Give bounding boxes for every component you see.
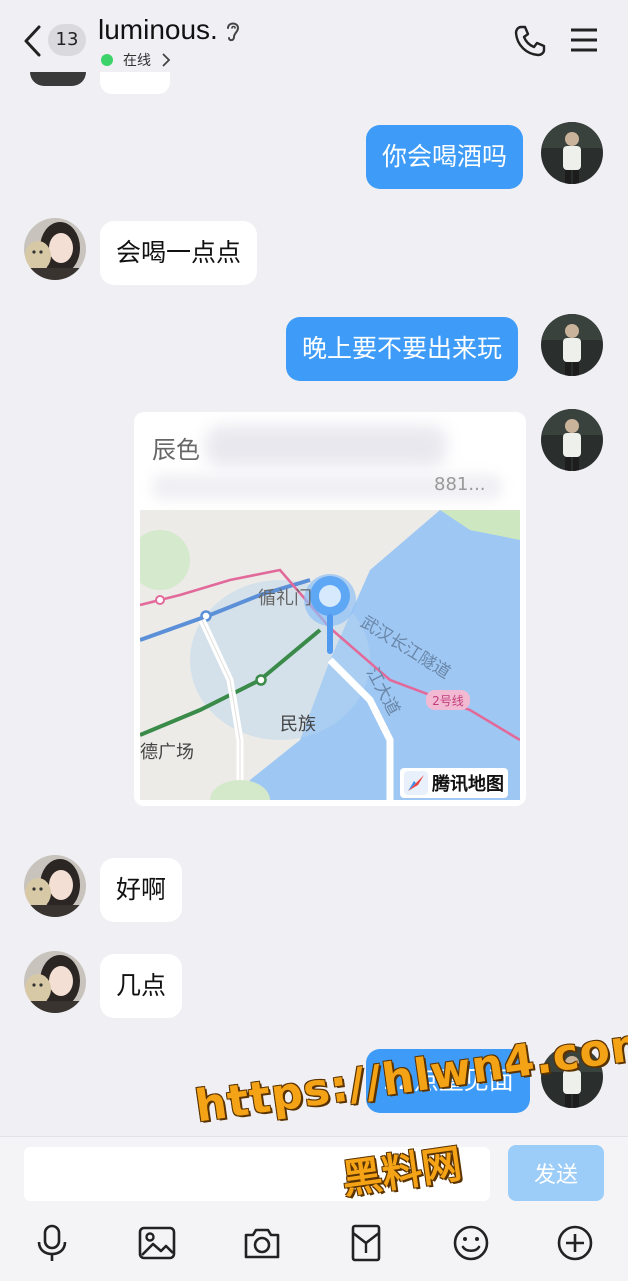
my-avatar[interactable] bbox=[541, 314, 603, 376]
my-avatar[interactable] bbox=[541, 122, 603, 184]
contact-avatar[interactable] bbox=[24, 951, 86, 1013]
partial-message-bubble bbox=[100, 72, 170, 94]
blurred-location-name bbox=[206, 426, 446, 466]
send-button[interactable]: 发送 bbox=[508, 1145, 604, 1201]
phone-call-icon[interactable] bbox=[513, 24, 547, 58]
contact-name[interactable]: luminous. bbox=[98, 14, 218, 46]
message-bubble-incoming[interactable]: 几点 bbox=[100, 954, 183, 1018]
red-packet-icon[interactable] bbox=[346, 1223, 386, 1263]
unread-count-badge[interactable]: 13 bbox=[48, 24, 86, 56]
message-bubble-outgoing[interactable]: 你会喝酒吗 bbox=[366, 125, 524, 189]
back-arrow-icon[interactable] bbox=[22, 24, 42, 58]
contact-avatar[interactable] bbox=[24, 855, 86, 917]
map-label-district: 民族 bbox=[280, 714, 316, 735]
partial-avatar bbox=[30, 72, 86, 86]
map-label-poi: 循礼门 bbox=[258, 588, 312, 609]
my-avatar[interactable] bbox=[541, 409, 603, 471]
image-icon[interactable] bbox=[137, 1223, 177, 1263]
location-address: 881... bbox=[434, 474, 486, 495]
plus-icon[interactable] bbox=[555, 1223, 595, 1263]
online-status[interactable]: 在线 bbox=[101, 50, 171, 70]
map-label-plaza: 德广场 bbox=[140, 742, 194, 763]
chevron-right-icon bbox=[162, 53, 171, 67]
compass-icon bbox=[404, 771, 428, 795]
message-bubble-incoming[interactable]: 会喝一点点 bbox=[100, 221, 258, 285]
location-message-card[interactable]: 辰色 881... 2号线 循礼门 武汉长江隧道 江大道 民族 德广场 腾讯地图 bbox=[134, 412, 526, 806]
message-bubble-incoming[interactable]: 好啊 bbox=[100, 858, 183, 922]
message-bubble-outgoing[interactable]: 晚上要不要出来玩 bbox=[286, 317, 519, 381]
menu-icon[interactable] bbox=[570, 28, 598, 52]
contact-avatar[interactable] bbox=[24, 218, 86, 280]
input-bar: 发送 bbox=[0, 1136, 628, 1281]
online-dot bbox=[101, 54, 113, 66]
camera-icon[interactable] bbox=[242, 1223, 282, 1263]
svg-text:2号线: 2号线 bbox=[432, 694, 464, 708]
location-map[interactable]: 2号线 bbox=[140, 510, 520, 800]
microphone-icon[interactable] bbox=[32, 1223, 72, 1263]
chat-header: 13 luminous. 在线 bbox=[0, 0, 628, 80]
watermark-url: https://hlwn4.com bbox=[192, 1017, 628, 1133]
status-text: 在线 bbox=[123, 53, 151, 69]
location-title: 辰色 bbox=[152, 436, 200, 464]
earpiece-mode-icon[interactable] bbox=[225, 19, 241, 43]
map-provider-label: 腾讯地图 bbox=[432, 774, 504, 795]
emoji-icon[interactable] bbox=[451, 1223, 491, 1263]
tencent-map-logo: 腾讯地图 bbox=[400, 768, 508, 798]
